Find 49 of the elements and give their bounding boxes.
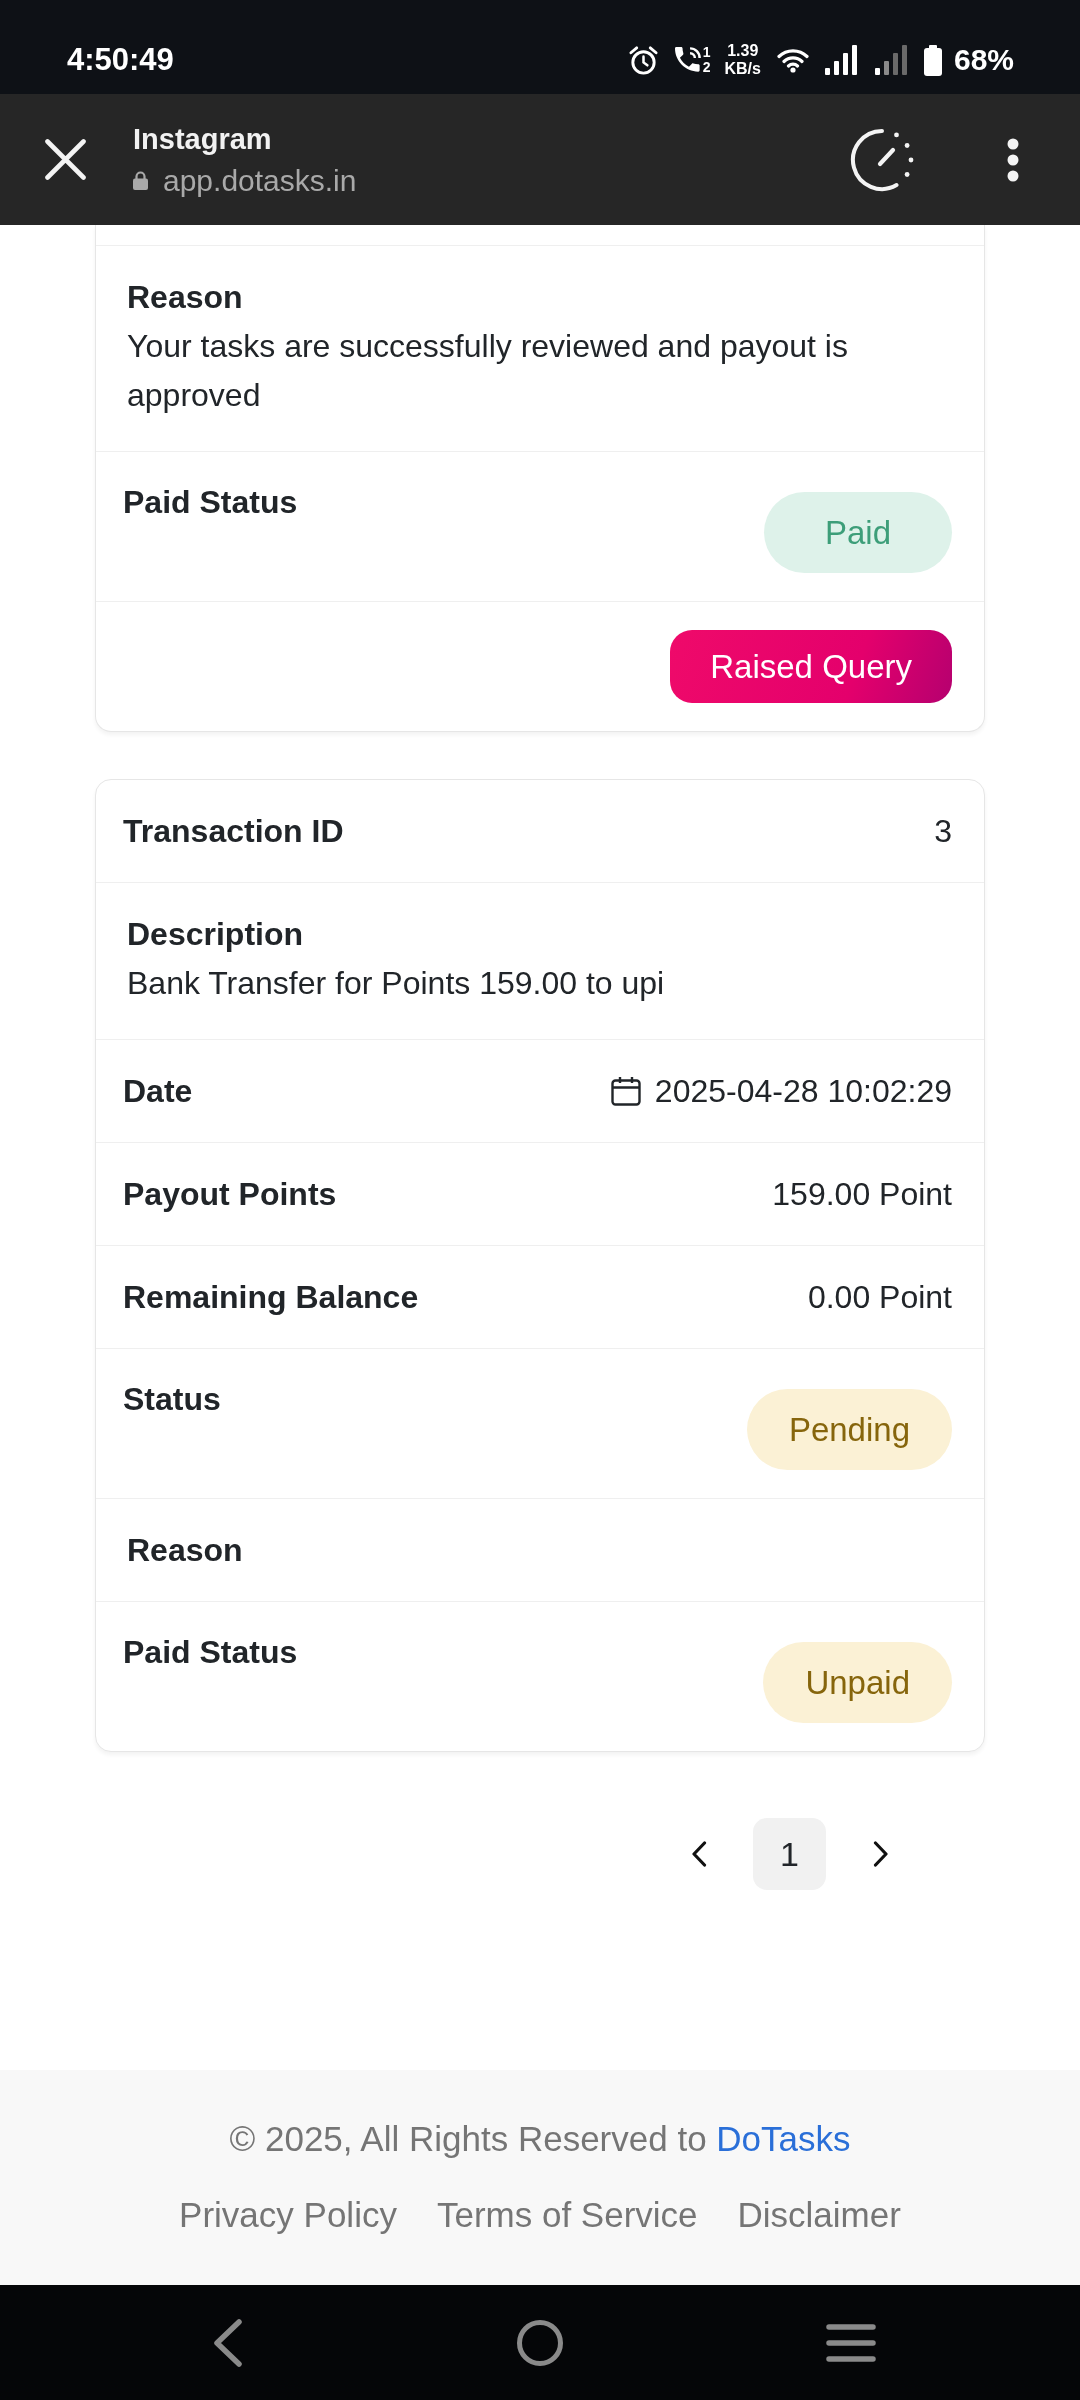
status-badge: Pending [746,1389,952,1470]
clock-text: 4:50:49 [67,42,174,78]
field-label: Reason [127,278,244,317]
sim-number: 2 [702,60,711,75]
brand-link[interactable]: DoTasks [716,2119,851,2158]
calendar-icon [610,1076,641,1106]
copyright-text: © 2025, All Rights Reserved to DoTasks [229,2118,851,2160]
sim-number: 1 [702,45,711,60]
query-button[interactable]: Raised Query [670,630,952,703]
field-value: 3 [934,812,952,851]
more-options-icon[interactable] [1005,137,1021,182]
field-label: Description [127,915,305,954]
close-icon[interactable] [45,139,86,180]
page-title: Instagram [133,121,273,157]
footer-link[interactable]: Privacy Policy [179,2190,397,2240]
back-icon[interactable] [213,2318,243,2367]
field-label: Payout Points [123,1175,337,1214]
field-label: Paid Status [123,1633,298,1672]
status-badge: Unpaid [763,1642,952,1723]
date-value: 2025-04-28 10:02:29 [654,1072,952,1111]
network-speed-text: 1.39 KB/s [724,42,761,78]
field-label: Transaction ID [123,812,344,851]
home-icon[interactable] [517,2319,563,2366]
field-label: Remaining Balance [123,1278,419,1317]
phone-call-icon [674,47,701,73]
field-label: Paid Status [123,483,298,522]
battery-icon [923,44,942,76]
chevron-left-icon [690,1841,707,1867]
battery-percent-text: 68% [953,42,1014,78]
chevron-right-icon [872,1841,889,1867]
lock-icon [133,171,148,190]
field-value: Your tasks are successfully reviewed and payout is approved [127,327,849,415]
footer-link[interactable]: Disclaimer [737,2190,901,2240]
signal-icon [824,45,857,75]
url-text: app.dotasks.in [163,162,357,199]
field-label: Date [123,1072,193,1111]
field-label: Status [123,1380,221,1419]
gauge-icon[interactable] [849,127,915,192]
field-value: Bank Transfer for Points 159.00 to upi [127,964,666,1003]
menu-icon[interactable] [826,2323,876,2362]
alarm-clock-icon [627,44,659,76]
status-badge: Paid [764,492,952,573]
wifi-icon [776,47,809,73]
footer-link[interactable]: Terms of Service [436,2190,698,2240]
signal-icon [874,45,907,75]
field-value: 0.00 Point [807,1278,952,1317]
field-value: 159.00 Point [772,1175,952,1214]
field-label: Reason [127,1531,244,1570]
page-button[interactable]: 1 [753,1818,826,1890]
